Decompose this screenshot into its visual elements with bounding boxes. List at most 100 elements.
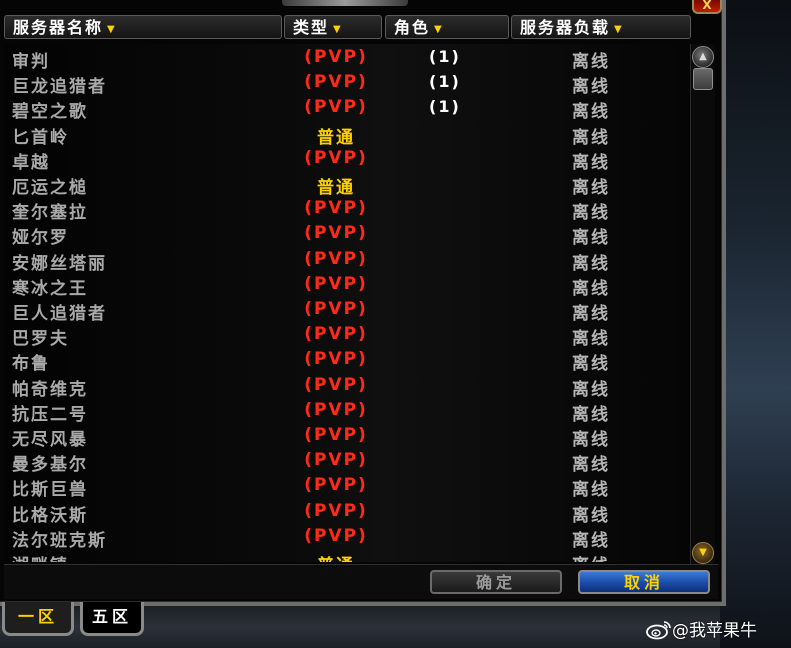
server-row[interactable]: 比斯巨兽 (PVP) 离线 [4,473,686,501]
server-load-status: 离线 [572,52,610,72]
server-load-status: 离线 [572,455,610,476]
server-row[interactable]: 法尔班克斯 (PVP) 离线 [4,524,686,551]
server-row[interactable]: 娅尔罗 (PVP) 离线 [4,221,686,249]
server-name: 巴罗夫 [12,329,69,350]
column-header-row: 服务器名称 ▼ 类型 ▼ 角色 ▼ 服务器负载 ▼ [4,15,694,41]
server-type: (PVP) [304,47,368,67]
column-header-server-name[interactable]: 服务器名称 ▼ [4,15,282,39]
server-name: 布鲁 [12,354,50,375]
server-load-status: 离线 [572,253,610,274]
frame-top-ornament [282,0,408,6]
server-row[interactable]: 曼多基尔 (PVP) 离线 [4,448,686,476]
server-type: (PVP) [304,374,368,395]
server-name: 奎尔塞拉 [12,203,88,224]
server-name: 比斯巨兽 [12,480,88,501]
sort-arrow-icon: ▼ [434,24,444,35]
server-type: (PVP) [304,198,368,219]
server-load-status: 离线 [572,530,610,551]
server-load-status: 离线 [572,329,610,350]
server-type: (PVP) [304,425,368,445]
server-load-status: 离线 [572,278,610,299]
server-load-status: 离线 [572,127,610,148]
server-character-count: (1) [429,47,461,66]
server-row[interactable]: 无尽风暴 (PVP) 离线 [4,423,686,450]
server-type: (PVP) [304,248,368,269]
server-row[interactable]: 比格沃斯 (PVP) 离线 [4,499,686,526]
server-load-status: 离线 [572,304,610,324]
sort-arrow-icon: ▼ [614,24,624,35]
server-name: 寒冰之王 [12,278,88,299]
column-header-label: 类型 [293,18,330,37]
server-row[interactable]: 巨龙追猎者 (PVP) (1) 离线 [4,70,686,98]
server-name: 卓越 [12,152,50,173]
server-name: 法尔班克斯 [12,530,107,551]
server-type: 普通 [317,178,355,198]
column-header-label: 角色 [394,18,431,37]
server-load-status: 离线 [572,77,610,98]
ok-button[interactable]: 确定 [430,570,562,594]
server-character-count: (1) [429,97,461,117]
server-name: 安娜丝塔丽 [12,253,107,274]
tab-region-5[interactable]: 五区 [80,602,144,636]
server-type: (PVP) [304,223,368,244]
server-row[interactable]: 巴罗夫 (PVP) 离线 [4,322,686,350]
server-load-status: 离线 [572,404,610,425]
server-name: 娅尔罗 [12,228,69,249]
scrollbar-track[interactable] [690,44,715,564]
server-row[interactable]: 帕奇维克 (PVP) 离线 [4,373,686,400]
server-row[interactable]: 安娜丝塔丽 (PVP) 离线 [4,247,686,274]
server-row[interactable]: 审判 (PVP) (1) 离线 [4,45,686,72]
close-button[interactable]: X [692,0,722,14]
server-row[interactable]: 厄运之槌 普通 离线 [4,171,686,198]
server-name: 碧空之歌 [12,102,88,123]
scrollbar-thumb[interactable] [693,68,713,90]
sort-arrow-icon: ▼ [107,24,117,35]
server-name: 抗压二号 [12,404,88,425]
server-type: (PVP) [304,299,368,319]
server-load-status: 离线 [572,505,610,526]
server-row[interactable]: 奎尔塞拉 (PVP) 离线 [4,196,686,224]
server-name: 厄运之槌 [12,178,88,198]
tab-region-1[interactable]: 一区 [2,602,74,636]
weibo-logo-icon [646,621,671,640]
server-type: (PVP) [304,525,368,546]
server-character-count: (1) [429,72,461,92]
server-name: 巨龙追猎者 [12,77,107,98]
column-header-characters[interactable]: 角色 ▼ [385,15,509,39]
server-load-status: 离线 [572,102,610,123]
server-row[interactable]: 匕首岭 普通 离线 [4,121,686,148]
server-list: 审判 (PVP) (1) 离线 巨龙追猎者 (PVP) (1) 离线 碧空之歌 (PVP) (1) 离… [4,44,686,562]
server-load-status: 离线 [572,354,610,375]
server-load-status: 离线 [572,430,610,450]
server-name: 曼多基尔 [12,455,88,476]
server-name: 无尽风暴 [12,430,88,450]
server-type: (PVP) [304,147,368,168]
server-type: (PVP) [304,349,368,370]
server-row[interactable]: 巨人追猎者 (PVP) 离线 [4,297,686,324]
server-row[interactable]: 抗压二号 (PVP) 离线 [4,398,686,425]
server-load-status: 离线 [572,228,610,249]
server-row[interactable]: 卓越 (PVP) 离线 [4,146,686,173]
column-header-type[interactable]: 类型 ▼ [284,15,382,39]
server-name: 帕奇维克 [12,379,88,400]
server-row[interactable]: 寒冰之王 (PVP) 离线 [4,272,686,299]
column-header-server-load[interactable]: 服务器负载 ▼ [511,15,691,39]
server-type: (PVP) [304,450,368,471]
server-load-status: 离线 [572,152,610,173]
server-name: 湖畔镇 [12,551,69,562]
cancel-button[interactable]: 取消 [578,570,710,594]
server-type: 普通 [317,127,355,148]
server-row[interactable]: 布鲁 (PVP) 离线 [4,347,686,375]
server-load-status: 离线 [572,551,610,562]
scroll-up-arrow-icon[interactable]: ▲ [692,46,714,68]
server-row[interactable]: 湖畔镇 普通 离线 [4,549,686,562]
server-row[interactable]: 碧空之歌 (PVP) (1) 离线 [4,95,686,123]
server-name: 匕首岭 [12,127,69,148]
server-type: (PVP) [304,72,368,93]
column-header-label: 服务器名称 [13,18,104,37]
server-name: 比格沃斯 [12,505,88,526]
server-load-status: 离线 [572,379,610,400]
scroll-down-arrow-icon[interactable]: ▼ [692,542,714,564]
server-type: (PVP) [304,97,368,118]
column-header-label: 服务器负载 [520,18,611,37]
